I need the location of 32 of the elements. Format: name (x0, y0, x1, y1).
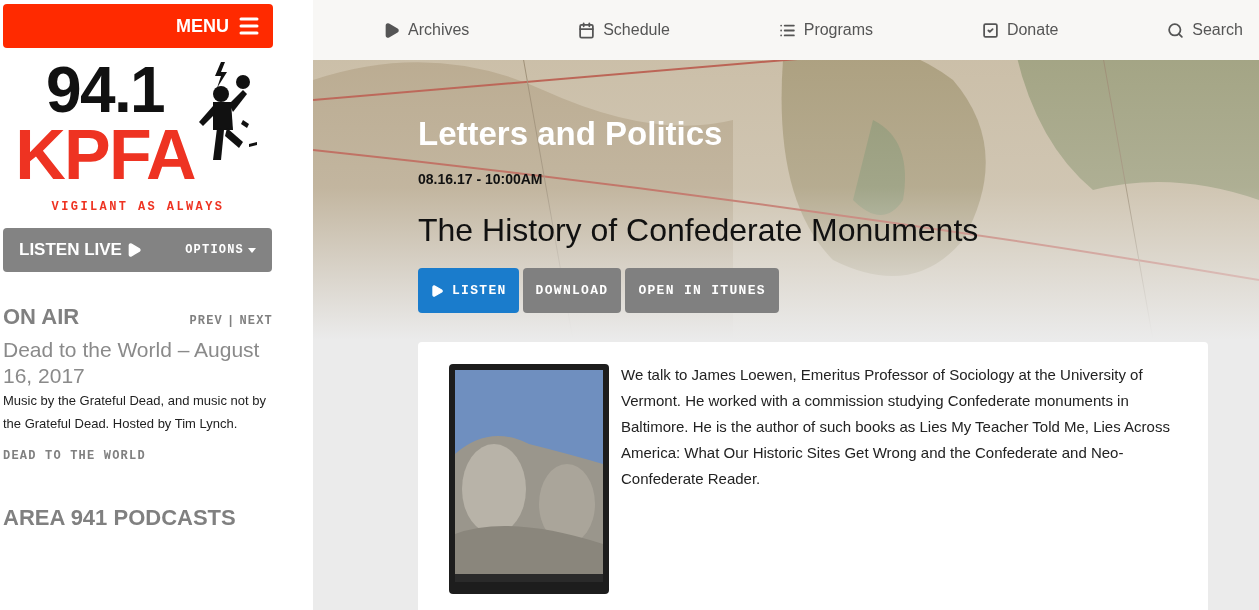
program-title: Letters and Politics (418, 115, 724, 153)
nav-link[interactable]: Programs (778, 18, 874, 42)
logo-number: 94.1 (45, 60, 165, 120)
next-link[interactable]: NEXT (239, 312, 273, 330)
listen-live-button[interactable]: LISTEN LIVE (19, 237, 142, 263)
nav-link[interactable]: Donate (981, 18, 1059, 42)
action-button[interactable]: OPEN IN ITUNES (625, 268, 779, 313)
on-air-heading: ON AIR (3, 303, 80, 331)
calendar-icon (578, 21, 596, 39)
podcasts-heading: AREA 941 PODCASTS (3, 504, 237, 532)
nav-link[interactable]: Search (1167, 18, 1243, 42)
episode-date: 08.16.17 - 10:00AM (418, 170, 544, 189)
play-icon (383, 21, 400, 39)
prev-link[interactable]: PREV (189, 312, 223, 330)
nav-link[interactable]: Archives (383, 18, 470, 42)
logo-name: KPFA (15, 120, 195, 190)
play-icon (430, 283, 444, 298)
program-link[interactable]: DEAD TO THE WORLD (3, 447, 272, 465)
options-dropdown[interactable]: OPTIONS (185, 241, 256, 259)
show-description: Music by the Grateful Dead, and music not by the Grateful Dead. Hosted by Tim Lynch. (3, 392, 267, 433)
menu-button[interactable]: MENU (3, 4, 273, 48)
show-title: Dead to the World – August 16, 2017 (3, 337, 261, 389)
logo-tagline: VIGILANT AS ALWAYS (51, 199, 225, 216)
search-icon (1167, 21, 1185, 39)
episode-title: The History of Confederate Monuments (418, 211, 980, 250)
nav-link[interactable]: Schedule (578, 18, 670, 42)
separator: | (227, 313, 236, 330)
action-button[interactable]: DOWNLOAD (522, 268, 622, 313)
listen-button[interactable]: LISTEN (418, 268, 519, 313)
episode-description: We talk to James Loewen, Emeritus Professor of Sociology at the University of Vermont. He worked with a commission studying Confederate monuments in Baltimore. He is the author of such books as Lies My Teacher Told Me, Lies Across America: What Our Historic Sites Get Wrong and the Confederate and Neo-Confederate Reader. (621, 365, 1171, 489)
checkbox-icon (981, 21, 999, 39)
caret-icon (248, 247, 256, 253)
